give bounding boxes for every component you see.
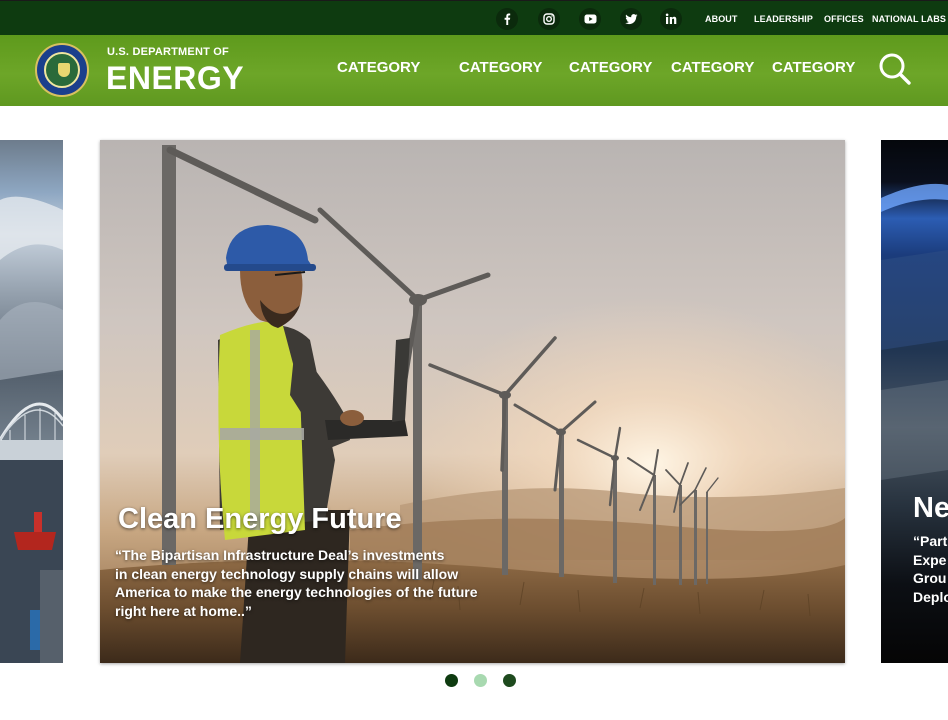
slide-quote-line: right here at home..” [115,602,252,619]
linkedin-icon[interactable] [660,8,682,30]
main-header: U.S. DEPARTMENT OF ENERGY CATEGORY CATEG… [0,35,948,106]
utility-bar: ABOUT LEADERSHIP OFFICES NATIONAL LABS [0,0,948,35]
slide-quote-line: America to make the energy technologies … [115,584,478,600]
bridge-harbor-image [0,196,63,663]
nav-link-leadership[interactable]: LEADERSHIP [754,14,813,24]
next-slide-line: Grou [913,570,947,586]
nav-link-offices[interactable]: OFFICES [824,14,864,24]
carousel-dot-3[interactable] [503,674,516,687]
nav-category-5[interactable]: CATEGORY [772,59,855,76]
slide-quote: “The Bipartisan Infrastructure Deal’s in… [115,546,535,620]
seal-shield-icon [58,63,70,77]
next-slide-line: Deplo [913,588,948,605]
carousel-slide-next[interactable]: Ne “Part Expe Grou Deplo [881,140,948,663]
carousel-slide-previous[interactable] [0,140,63,663]
nav-category-4[interactable]: CATEGORY [671,59,754,76]
carousel-slide-active[interactable]: Clean Energy Future “The Bipartisan Infr… [100,140,845,663]
slide-quote-line: in clean energy technology supply chains… [115,565,459,582]
instagram-icon[interactable] [538,8,560,30]
nav-category-3[interactable]: CATEGORY [569,59,652,76]
slide-quote-line: “The Bipartisan Infrastructure Deal’s in… [115,547,445,563]
next-slide-line: Expe [913,551,947,568]
twitter-icon[interactable] [620,8,642,30]
brand-subtitle[interactable]: U.S. DEPARTMENT OF [107,46,229,58]
hero-carousel: Clean Energy Future “The Bipartisan Infr… [0,106,948,720]
next-slide-line: “Part [913,533,948,549]
nav-link-about[interactable]: ABOUT [705,14,738,24]
youtube-icon[interactable] [579,8,601,30]
next-slide-title: Ne [913,492,948,524]
search-icon[interactable] [878,52,912,86]
brand-title[interactable]: ENERGY [106,59,244,97]
seal-inner-ring [44,52,80,88]
nav-category-1[interactable]: CATEGORY [337,59,420,76]
nav-category-2[interactable]: CATEGORY [459,59,542,76]
carousel-dot-2[interactable] [474,674,487,687]
facebook-icon[interactable] [496,8,518,30]
nav-link-national-labs[interactable]: NATIONAL LABS [872,14,946,24]
next-slide-text: “Part Expe Grou Deplo [913,532,948,606]
doe-seal-logo[interactable] [35,43,89,97]
slide-title: Clean Energy Future [118,503,402,535]
carousel-dot-1[interactable] [445,674,458,687]
